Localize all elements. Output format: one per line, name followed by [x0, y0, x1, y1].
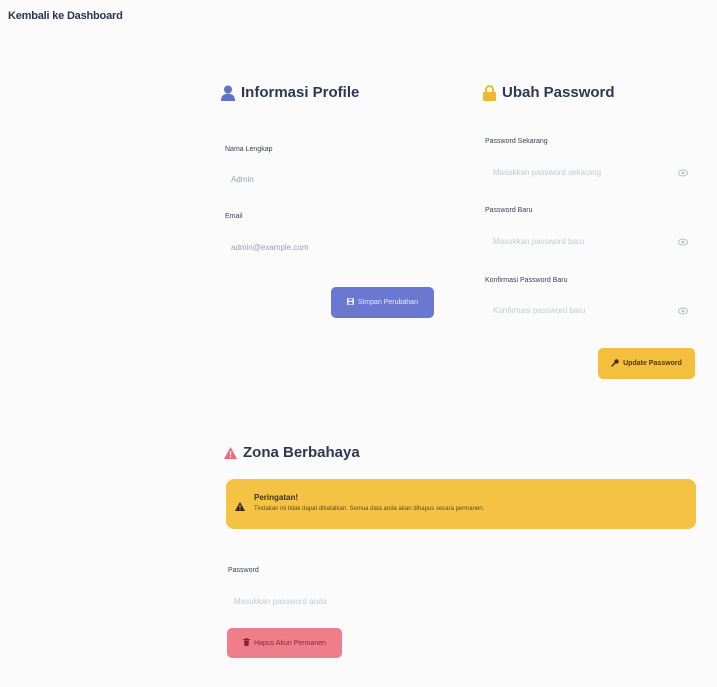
delete-password-placeholder: Masukkan password anda	[234, 597, 327, 606]
delete-account-label: Hapus Akun Permanen	[254, 639, 326, 647]
email-input[interactable]: admin@example.com	[223, 235, 433, 261]
back-to-dashboard-link[interactable]: Kembali ke Dashboard	[8, 10, 123, 22]
email-label: Email	[225, 213, 243, 220]
save-changes-button[interactable]: Simpan Perubahan	[331, 287, 434, 318]
name-input[interactable]: Admin	[223, 167, 433, 193]
current-password-placeholder: Masukkan password sekarang	[493, 168, 602, 177]
name-label: Nama Lengkap	[225, 146, 273, 153]
warning-message: Tindakan ini tidak dapat dibatalkan. Sem…	[254, 506, 485, 512]
eye-icon[interactable]	[678, 306, 688, 316]
profile-title-text: Informasi Profile	[241, 84, 360, 101]
confirm-password-input[interactable]: Konfirmasi password baru	[485, 298, 695, 324]
user-icon	[221, 85, 235, 101]
save-changes-label: Simpan Perubahan	[358, 299, 418, 306]
current-password-input[interactable]: Masukkan password sekarang	[485, 160, 695, 186]
warning-triangle-icon	[224, 446, 237, 459]
eye-icon[interactable]	[678, 168, 688, 178]
account-settings-page: Kembali ke Dashboard Informasi Profile N…	[0, 0, 717, 687]
profile-section-title: Informasi Profile	[221, 84, 359, 101]
new-password-placeholder: Masukkan password baru	[493, 237, 585, 246]
current-password-label: Password Sekarang	[485, 138, 548, 145]
update-password-label: Update Password	[623, 360, 682, 367]
trash-icon	[243, 638, 250, 648]
delete-password-input[interactable]: Masukkan password anda	[226, 589, 696, 615]
key-icon	[611, 358, 619, 369]
eye-icon[interactable]	[678, 237, 688, 247]
delete-account-button[interactable]: Hapus Akun Permanen	[227, 628, 342, 658]
confirm-password-label: Konfirmasi Password Baru	[485, 277, 568, 284]
warning-alert: Peringatan! Tindakan ini tidak dapat dib…	[226, 479, 696, 529]
danger-zone-title: Zona Berbahaya	[224, 444, 360, 461]
alert-triangle-icon	[235, 498, 245, 516]
new-password-label: Password Baru	[485, 207, 533, 214]
password-section-title: Ubah Password	[483, 84, 615, 101]
delete-password-label: Password	[228, 567, 259, 574]
warning-title: Peringatan!	[254, 493, 299, 502]
update-password-button[interactable]: Update Password	[598, 348, 695, 379]
name-input-value: Admin	[231, 175, 254, 184]
lock-icon	[483, 84, 496, 101]
password-title-text: Ubah Password	[502, 84, 615, 101]
confirm-password-placeholder: Konfirmasi password baru	[493, 306, 586, 315]
danger-zone-title-text: Zona Berbahaya	[243, 444, 360, 461]
new-password-input[interactable]: Masukkan password baru	[485, 229, 695, 255]
email-input-value: admin@example.com	[231, 243, 309, 252]
floppy-disk-icon	[347, 298, 355, 307]
